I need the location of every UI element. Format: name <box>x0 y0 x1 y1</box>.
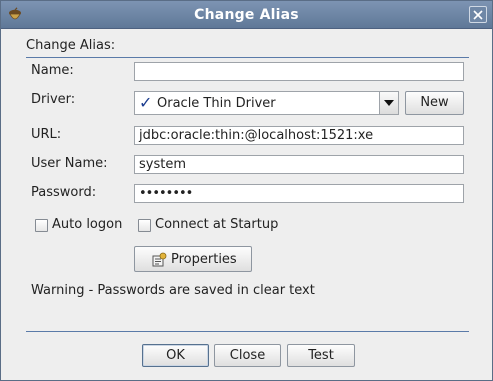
driver-select[interactable]: ✓ Oracle Thin Driver <box>134 91 399 115</box>
properties-button-label: Properties <box>171 252 237 267</box>
auto-logon-label[interactable]: Auto logon <box>52 217 122 232</box>
triangle-down-icon <box>384 100 394 106</box>
driver-selected-value: Oracle Thin Driver <box>157 96 276 111</box>
close-icon <box>473 9 483 20</box>
change-alias-dialog: Change Alias Change Alias: Name: Driver:… <box>0 0 493 381</box>
title-bar[interactable]: Change Alias <box>1 1 492 29</box>
password-warning: Warning - Passwords are saved in clear t… <box>31 283 315 298</box>
ok-button[interactable]: OK <box>142 344 209 367</box>
top-separator <box>26 57 469 58</box>
driver-label: Driver: <box>31 92 76 107</box>
url-label: URL: <box>31 127 62 142</box>
password-field[interactable]: •••••••• <box>134 184 464 203</box>
name-field[interactable] <box>134 62 464 81</box>
close-window-button[interactable] <box>469 6 487 23</box>
user-name-field[interactable]: system <box>134 155 464 174</box>
new-driver-button[interactable]: New <box>405 91 464 115</box>
close-button[interactable]: Close <box>214 344 281 367</box>
auto-logon-checkbox[interactable] <box>35 219 48 232</box>
bottom-separator <box>26 331 469 332</box>
properties-button[interactable]: Properties <box>134 246 252 272</box>
user-name-label: User Name: <box>31 156 108 171</box>
driver-dropdown-button[interactable] <box>379 92 398 114</box>
checkmark-icon: ✓ <box>139 93 153 112</box>
connect-at-startup-checkbox[interactable] <box>138 219 151 232</box>
window-title: Change Alias <box>194 7 299 23</box>
section-heading: Change Alias: <box>26 38 116 53</box>
name-label: Name: <box>31 63 74 78</box>
properties-icon <box>152 252 167 267</box>
url-field[interactable]: jdbc:oracle:thin:@localhost:1521:xe <box>134 126 464 145</box>
password-label: Password: <box>31 185 97 200</box>
test-button[interactable]: Test <box>287 344 355 367</box>
connect-at-startup-label[interactable]: Connect at Startup <box>155 217 278 232</box>
